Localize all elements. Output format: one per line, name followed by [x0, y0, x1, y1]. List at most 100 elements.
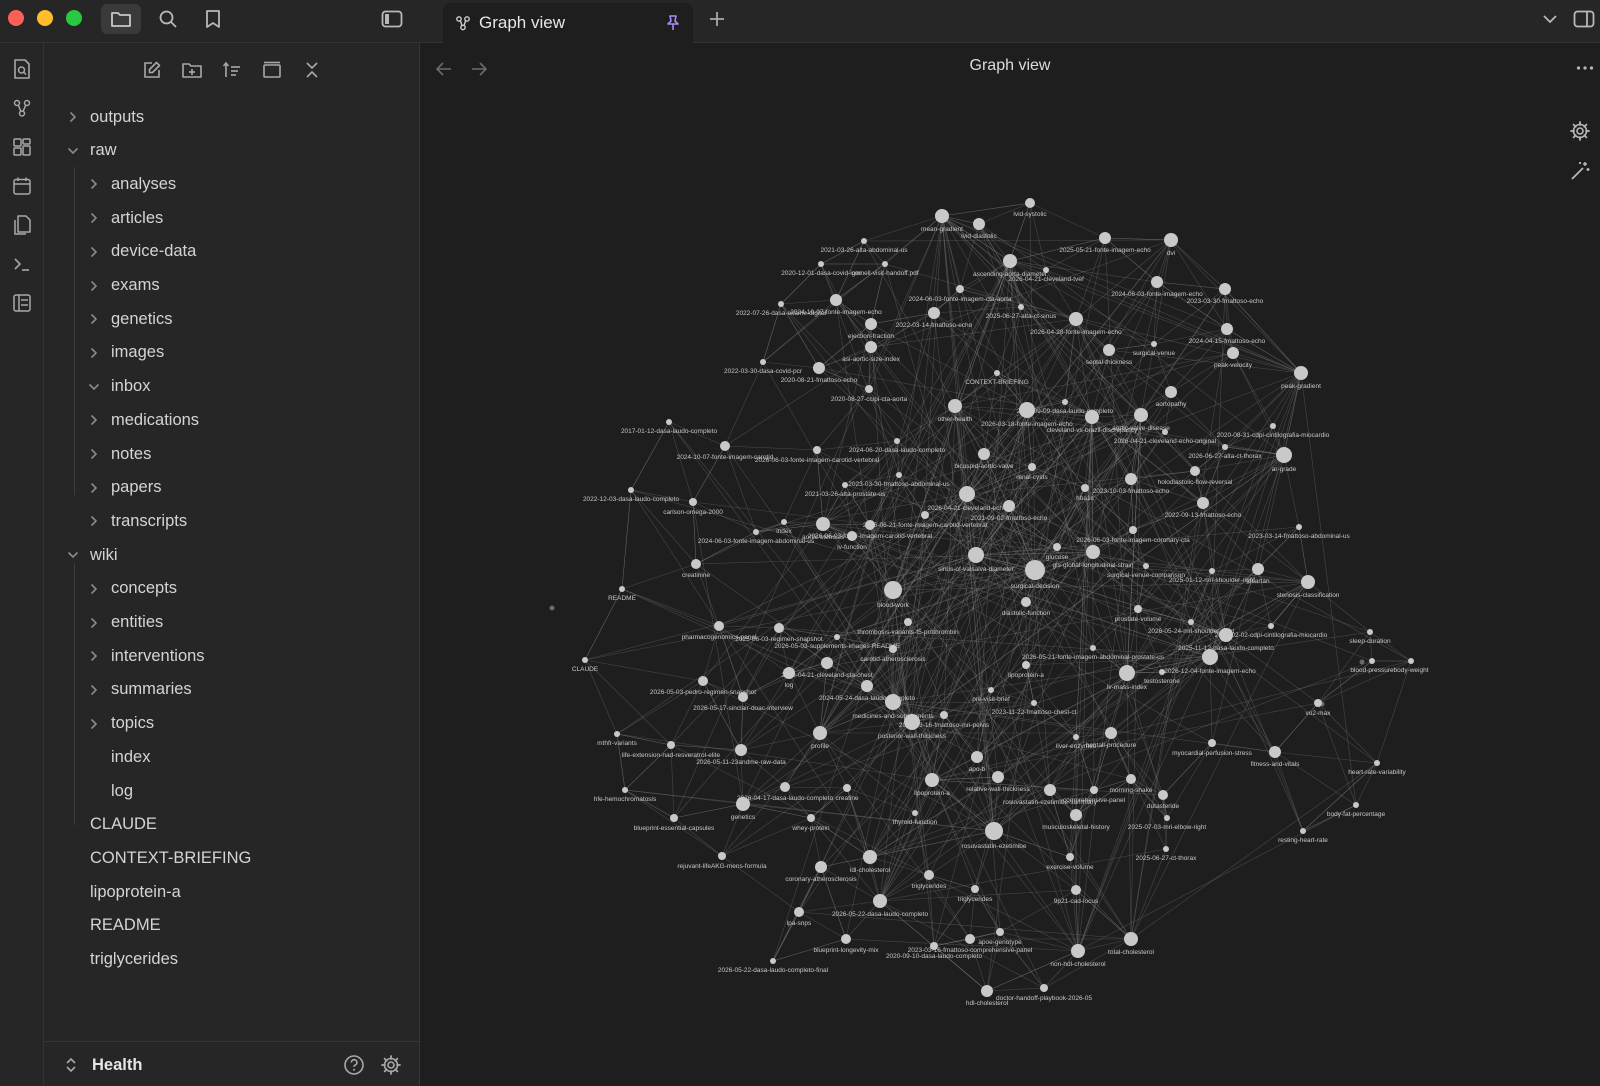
graph-node[interactable] [689, 498, 697, 506]
graph-node[interactable] [1066, 853, 1074, 861]
graph-node[interactable] [861, 238, 867, 244]
graph-node[interactable] [1090, 786, 1098, 794]
daily-note-button[interactable] [6, 170, 38, 202]
graph-node[interactable] [889, 645, 897, 653]
graph-node[interactable] [965, 934, 975, 944]
graph-view-button[interactable] [6, 92, 38, 124]
graph-node[interactable] [1071, 885, 1081, 895]
tree-item-medications[interactable]: medications [85, 405, 199, 435]
graph-node[interactable] [924, 870, 934, 880]
graph-node[interactable] [1164, 815, 1170, 821]
graph-node[interactable] [780, 782, 790, 792]
graph-node[interactable] [865, 341, 877, 353]
new-note-button[interactable] [137, 55, 167, 85]
graph-node[interactable] [1086, 545, 1100, 559]
graph-node[interactable] [1025, 560, 1045, 580]
graph-node[interactable] [1165, 386, 1177, 398]
graph-orphan-node[interactable] [1359, 659, 1365, 665]
graph-node[interactable] [1105, 727, 1117, 739]
pin-icon[interactable] [665, 14, 681, 32]
tree-item-readme[interactable]: README [64, 911, 161, 941]
graph-node[interactable] [1268, 623, 1274, 629]
tab-graph-view[interactable]: Graph view [443, 3, 693, 43]
graph-node[interactable] [1031, 700, 1037, 706]
graph-node[interactable] [1103, 344, 1115, 356]
graph-node[interactable] [1081, 484, 1089, 492]
graph-node[interactable] [996, 928, 1004, 936]
tree-item-papers[interactable]: papers [85, 473, 161, 503]
graph-node[interactable] [1162, 429, 1168, 435]
graph-node[interactable] [988, 687, 994, 693]
help-button[interactable] [339, 1050, 369, 1080]
graph-node[interactable] [753, 529, 759, 535]
graph-node[interactable] [1219, 283, 1231, 295]
graph-node[interactable] [843, 784, 851, 792]
auto-reveal-button[interactable] [257, 55, 287, 85]
graph-node[interactable] [885, 694, 901, 710]
tree-item-interventions[interactable]: interventions [85, 641, 205, 671]
tree-item-index[interactable]: index [85, 742, 150, 772]
graph-node[interactable] [981, 985, 993, 997]
graph-node[interactable] [830, 294, 842, 306]
graph-node[interactable] [720, 441, 730, 451]
graph-node[interactable] [1296, 524, 1302, 530]
tree-item-articles[interactable]: articles [85, 203, 163, 233]
tree-item-entities[interactable]: entities [85, 608, 163, 638]
graph-node[interactable] [1044, 784, 1056, 796]
graph-node[interactable] [834, 634, 840, 640]
graph-node[interactable] [884, 581, 902, 599]
graph-node[interactable] [841, 934, 851, 944]
tree-item-context-briefing[interactable]: CONTEXT-BRIEFING [64, 843, 251, 873]
graph-node[interactable] [896, 472, 902, 478]
tree-item-triglycerides[interactable]: triglycerides [64, 945, 178, 975]
canvas-button[interactable] [6, 131, 38, 163]
graph-node[interactable] [628, 487, 634, 493]
graph-node[interactable] [815, 861, 827, 873]
graph-node[interactable] [992, 771, 1004, 783]
terminal-button[interactable] [6, 248, 38, 280]
graph-node[interactable] [714, 621, 724, 631]
graph-node[interactable] [781, 519, 787, 525]
graph-node[interactable] [774, 623, 784, 633]
graph-node[interactable] [1367, 629, 1373, 635]
graph-node[interactable] [1353, 802, 1359, 808]
graph-node[interactable] [842, 482, 848, 488]
close-window-button[interactable] [8, 10, 24, 26]
graph-node[interactable] [865, 385, 873, 393]
toggle-right-sidebar-button[interactable] [1568, 4, 1600, 34]
graph-node[interactable] [1085, 410, 1099, 424]
tree-item-wiki[interactable]: wiki [64, 540, 118, 570]
new-folder-button[interactable] [177, 55, 207, 85]
graph-node[interactable] [1188, 619, 1194, 625]
graph-node[interactable] [1202, 649, 1218, 665]
graph-node[interactable] [912, 810, 918, 816]
graph-node[interactable] [1221, 323, 1233, 335]
graph-node[interactable] [968, 547, 984, 563]
change-sort-order-button[interactable] [217, 55, 247, 85]
templates-button[interactable] [6, 209, 38, 241]
graph-node[interactable] [770, 958, 776, 964]
graph-node[interactable] [813, 362, 825, 374]
graph-node[interactable] [1227, 347, 1239, 359]
graph-node[interactable] [921, 511, 929, 519]
graph-node[interactable] [794, 907, 804, 917]
tree-item-raw[interactable]: raw [64, 136, 117, 166]
graph-node[interactable] [1151, 276, 1163, 288]
graph-node[interactable] [1143, 563, 1149, 569]
graph-node[interactable] [670, 814, 678, 822]
graph-node[interactable] [619, 586, 625, 592]
tree-item-notes[interactable]: notes [85, 439, 151, 469]
graph-node[interactable] [1053, 543, 1061, 551]
graph-node[interactable] [1073, 734, 1079, 740]
graph-node[interactable] [1090, 645, 1096, 651]
graph-node[interactable] [1314, 699, 1322, 707]
graph-node[interactable] [1276, 447, 1292, 463]
tree-item-exams[interactable]: exams [85, 271, 160, 301]
graph-node[interactable] [813, 726, 827, 740]
vault-switcher[interactable]: Health [64, 1052, 142, 1078]
graph-node[interactable] [1126, 774, 1136, 784]
graph-node[interactable] [778, 301, 784, 307]
graph-node[interactable] [622, 787, 628, 793]
toggle-left-sidebar-button[interactable] [372, 4, 412, 34]
minimize-window-button[interactable] [37, 10, 53, 26]
